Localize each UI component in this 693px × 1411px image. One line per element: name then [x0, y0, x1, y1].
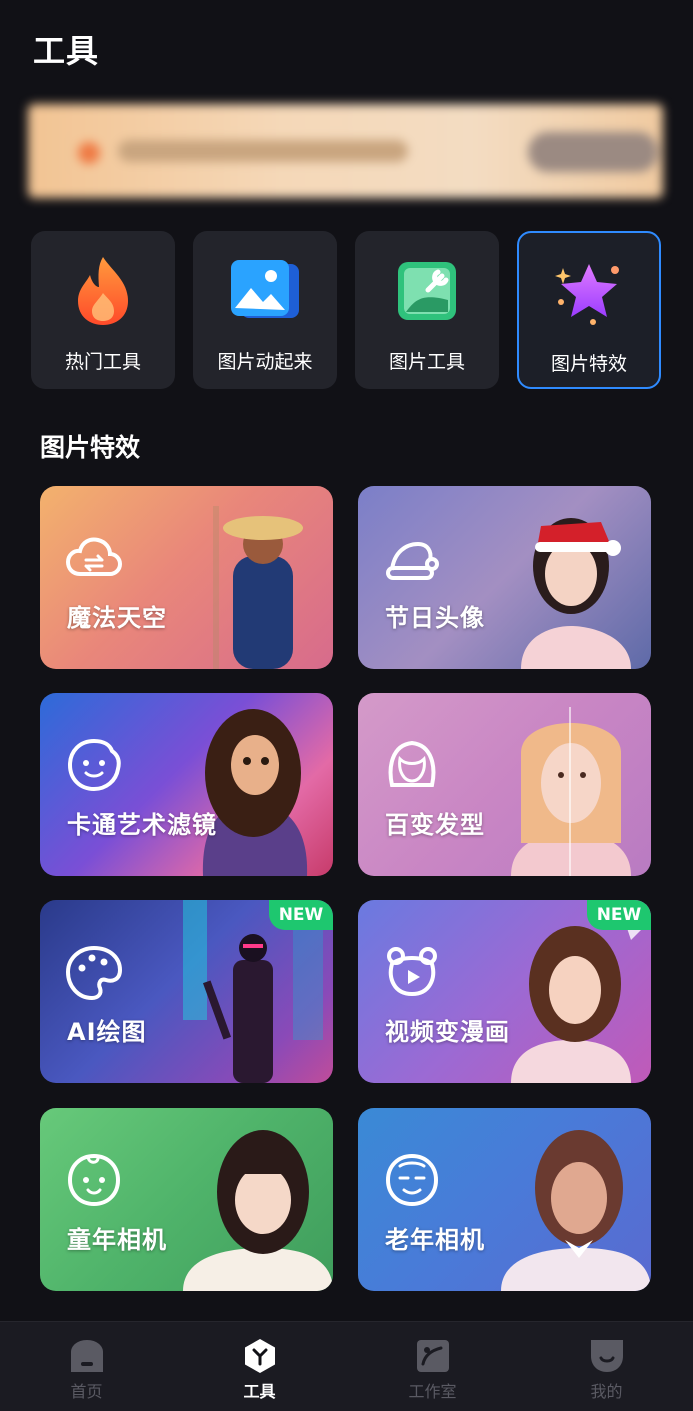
tool-image-tools[interactable]: 图片工具 — [355, 231, 499, 389]
tab-label: 工作室 — [408, 1382, 457, 1401]
tab-label: 工具 — [243, 1382, 276, 1401]
effect-card-cartoon-filter[interactable]: 卡通艺术滤镜 — [40, 693, 333, 876]
tool-label: 图片动起来 — [217, 351, 313, 373]
hairstyle-icon — [388, 740, 436, 787]
effect-label: 童年相机 — [67, 1226, 167, 1254]
effect-card-elder-camera[interactable]: 老年相机 — [358, 1108, 651, 1291]
home-icon — [70, 1340, 103, 1372]
santa-hat-icon — [386, 541, 439, 580]
tool-image-effects[interactable]: 图片特效 — [517, 231, 661, 389]
studio-icon — [416, 1340, 449, 1372]
tool-label: 图片特效 — [550, 353, 627, 375]
tool-label: 热门工具 — [64, 351, 141, 373]
profile-icon — [590, 1340, 623, 1372]
tab-home[interactable]: 首页 — [0, 1322, 173, 1411]
page-title: 工具 — [33, 32, 100, 70]
cartoon-face-icon — [67, 738, 121, 792]
palette-icon — [66, 945, 122, 1000]
effect-label: 节日头像 — [385, 604, 485, 632]
effect-card-childhood-camera[interactable]: 童年相机 — [40, 1108, 333, 1291]
effect-label: 魔法天空 — [67, 604, 167, 632]
card-illustration — [202, 709, 308, 876]
effect-card-ai-drawing[interactable]: AI绘图 NEW — [40, 900, 333, 1083]
tool-hot-tools[interactable]: 热门工具 — [31, 231, 175, 389]
card-illustration — [511, 707, 631, 876]
tab-studio[interactable]: 工作室 — [346, 1322, 519, 1411]
card-illustration — [521, 518, 631, 669]
effect-label: 百变发型 — [385, 811, 485, 839]
tools-icon — [244, 1339, 275, 1373]
flame-icon — [65, 253, 141, 329]
elder-face-icon — [385, 1153, 439, 1207]
new-badge: NEW — [587, 900, 651, 930]
baby-face-icon — [67, 1153, 121, 1207]
promo-banner[interactable] — [28, 104, 663, 198]
effect-label: AI绘图 — [67, 1018, 147, 1046]
card-illustration — [501, 1130, 651, 1291]
cloud-icon — [66, 537, 122, 576]
tool-category-grid: 热门工具 图片动起来 图片工具 图片特效 — [31, 231, 661, 389]
effect-label: 卡通艺术滤镜 — [67, 811, 217, 839]
bear-play-icon — [387, 947, 437, 997]
new-badge: NEW — [269, 900, 333, 930]
effect-card-holiday-avatar[interactable]: 节日头像 — [358, 486, 651, 669]
section-title: 图片特效 — [40, 433, 141, 462]
tool-animate-image[interactable]: 图片动起来 — [193, 231, 337, 389]
card-illustration — [213, 506, 303, 669]
tab-tools[interactable]: 工具 — [173, 1322, 346, 1411]
star-sparkle-icon — [551, 255, 627, 331]
tab-profile[interactable]: 我的 — [520, 1322, 693, 1411]
image-wrench-icon — [389, 253, 465, 329]
tab-label: 首页 — [70, 1382, 103, 1401]
tool-label: 图片工具 — [388, 351, 465, 373]
effect-card-magic-sky[interactable]: 魔法天空 — [40, 486, 333, 669]
bottom-tab-bar: 首页 工具 工作室 我的 — [0, 1321, 693, 1411]
effect-card-video-to-comic[interactable]: 视频变漫画 NEW — [358, 900, 651, 1083]
animated-image-icon — [227, 253, 303, 329]
effect-label: 视频变漫画 — [385, 1018, 510, 1046]
card-illustration — [183, 1130, 333, 1291]
effect-label: 老年相机 — [385, 1226, 485, 1254]
tab-label: 我的 — [590, 1382, 623, 1401]
effect-card-hairstyle[interactable]: 百变发型 — [358, 693, 651, 876]
